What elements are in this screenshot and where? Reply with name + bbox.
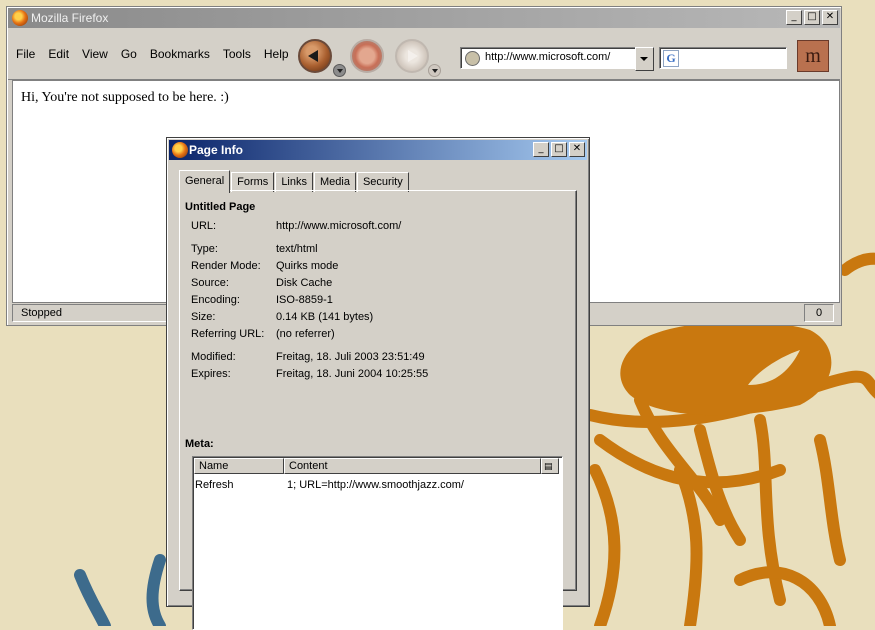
info-value: Disk Cache [276,277,333,289]
meta-table-header: Name Content ▤ [194,458,561,474]
stop-button[interactable] [350,39,384,73]
info-value: 0.14 KB (141 bytes) [276,311,374,323]
status-text: Stopped [12,304,172,322]
page-info-dialog: Page Info _ □ ✕ General Forms Links Medi… [166,137,590,630]
throbber-logo-icon[interactable]: m [797,40,829,72]
info-label: URL: [191,220,217,232]
info-row-render-mode: Render Mode: Quirks mode [191,258,571,275]
info-label: Expires: [191,368,231,380]
close-button[interactable]: ✕ [822,10,838,25]
url-history-dropdown[interactable] [635,47,654,71]
tab-links[interactable]: Links [275,172,313,192]
meta-table[interactable]: Name Content ▤ Refresh 1; URL=http://www… [192,456,563,630]
firefox-icon [172,142,188,158]
tab-forms[interactable]: Forms [231,172,275,192]
tab-media[interactable]: Media [314,172,356,192]
column-picker-icon[interactable]: ▤ [541,458,559,474]
minimize-button[interactable]: _ [533,142,549,157]
toolbar: File Edit View Go Bookmarks Tools Help h… [8,31,840,80]
close-button[interactable]: ✕ [569,142,585,157]
info-label: Referring URL: [191,328,265,340]
info-row-expires: Expires: Freitag, 18. Juni 2004 10:25:55 [191,366,571,383]
column-header-content[interactable]: Content [284,458,541,474]
info-label: Type: [191,243,218,255]
forward-button[interactable] [395,39,429,73]
table-row[interactable]: Refresh 1; URL=http://www.smoothjazz.com… [195,477,464,493]
info-label: Modified: [191,351,236,363]
info-value: http://www.microsoft.com/ [276,220,402,232]
info-label: Encoding: [191,294,240,306]
column-header-name[interactable]: Name [194,458,284,474]
meta-name-cell: Refresh [195,479,234,491]
browser-titlebar[interactable]: Mozilla Firefox _ □ ✕ [8,8,840,28]
minimize-button[interactable]: _ [786,10,802,25]
firefox-icon [12,10,28,26]
info-row-modified: Modified: Freitag, 18. Juli 2003 23:51:4… [191,349,571,366]
forward-arrow-icon [408,50,418,62]
google-icon[interactable]: G [663,50,679,67]
back-button[interactable] [298,39,332,73]
menu-help[interactable]: Help [264,47,289,61]
info-value: text/html [276,243,318,255]
info-label: Source: [191,277,229,289]
info-list: URL: http://www.microsoft.com/ Type: tex… [191,218,571,383]
info-label: Render Mode: [191,260,261,272]
info-row-referrer: Referring URL: (no referrer) [191,326,571,343]
maximize-button[interactable]: □ [804,10,820,25]
page-message: Hi, You're not supposed to be here. :) [21,90,229,105]
back-arrow-icon [308,50,318,62]
search-input[interactable]: G [659,47,787,69]
menu-tools[interactable]: Tools [223,47,251,61]
status-count: 0 [804,304,834,322]
tab-bar: General Forms Links Media Security [179,169,410,193]
dialog-window-controls: _ □ ✕ [533,142,585,157]
info-row-encoding: Encoding: ISO-8859-1 [191,292,571,309]
meta-label: Meta: [185,438,214,450]
info-row-type: Type: text/html [191,241,571,258]
menu-bookmarks[interactable]: Bookmarks [150,47,210,61]
browser-title: Mozilla Firefox [31,11,109,25]
url-text: http://www.microsoft.com/ [485,51,611,63]
menu-file[interactable]: File [16,47,35,61]
info-row-source: Source: Disk Cache [191,275,571,292]
info-row-url: URL: http://www.microsoft.com/ [191,218,571,235]
menu-edit[interactable]: Edit [48,47,69,61]
menu-view[interactable]: View [82,47,108,61]
forward-history-dropdown[interactable] [428,64,441,77]
meta-content-cell: 1; URL=http://www.smoothjazz.com/ [287,479,464,491]
general-panel: Untitled Page URL: http://www.microsoft.… [179,190,577,630]
info-value: Quirks mode [276,260,339,272]
tab-security[interactable]: Security [356,172,409,192]
info-row-size: Size: 0.14 KB (141 bytes) [191,309,571,326]
page-title: Untitled Page [185,201,256,213]
browser-window-controls: _ □ ✕ [786,10,838,25]
url-bar[interactable]: http://www.microsoft.com/ [460,47,636,69]
info-value: Freitag, 18. Juli 2003 23:51:49 [276,351,425,363]
info-label: Size: [191,311,216,323]
info-value: Freitag, 18. Juni 2004 10:25:55 [276,368,429,380]
maximize-button[interactable]: □ [551,142,567,157]
info-value: ISO-8859-1 [276,294,333,306]
dialog-titlebar[interactable]: Page Info _ □ ✕ [169,140,587,160]
dialog-title: Page Info [189,143,244,157]
tab-general[interactable]: General [179,170,231,193]
menu-go[interactable]: Go [121,47,137,61]
site-icon [465,51,480,66]
menu-bar: File Edit View Go Bookmarks Tools Help [16,47,302,61]
info-value: (no referrer) [276,328,335,340]
back-history-dropdown[interactable] [333,64,346,77]
